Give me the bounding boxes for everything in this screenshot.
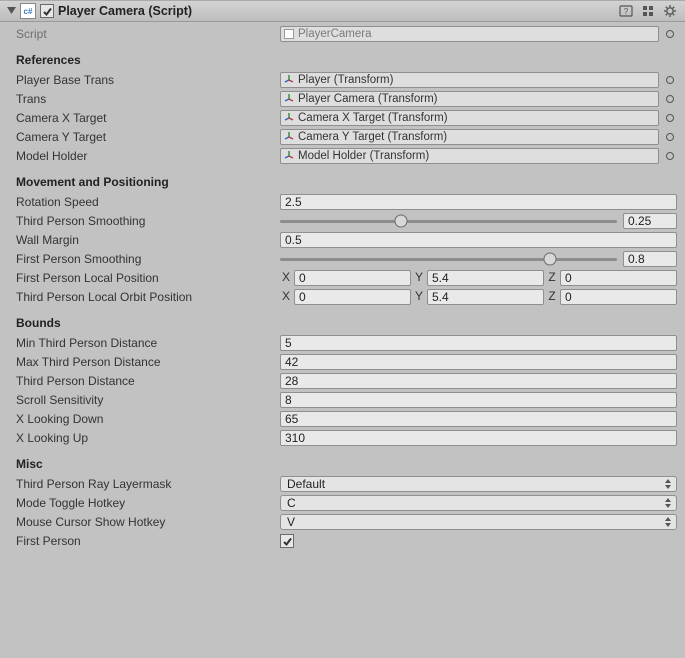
field-wall-margin[interactable]: 0.5 [280,232,677,248]
slider-third-person-smoothing[interactable] [280,213,617,229]
field-x-looking-up[interactable]: 310 [280,430,677,446]
field-first-person-smoothing[interactable]: 0.8 [623,251,677,267]
field-rotation-speed[interactable]: 2.5 [280,194,677,210]
field-trans[interactable]: Player Camera (Transform) [280,91,659,107]
label-x-looking-down: X Looking Down [8,412,280,426]
axis-x-label: X [280,289,292,305]
popup-cursor-show-hotkey[interactable]: V [280,514,677,530]
section-bounds: Bounds [8,314,677,332]
axis-y-label: Y [413,270,425,286]
context-menu-gear-icon[interactable] [661,3,679,19]
field-min-third-dist[interactable]: 5 [280,335,677,351]
preset-icon[interactable] [639,3,657,19]
field-tp-orbit-y[interactable]: 5.4 [427,289,544,305]
field-fp-pos-z[interactable]: 0 [560,270,677,286]
object-picker-icon[interactable] [663,91,677,107]
section-movement: Movement and Positioning [8,173,677,191]
field-tp-orbit-z[interactable]: 0 [560,289,677,305]
script-row: Script PlayerCamera [8,25,677,43]
object-picker-icon[interactable] [663,72,677,88]
field-third-person-smoothing[interactable]: 0.25 [623,213,677,229]
section-references: References [8,51,677,69]
field-tp-orbit-x[interactable]: 0 [294,289,411,305]
object-picker-icon[interactable] [663,110,677,126]
field-model-holder[interactable]: Model Holder (Transform) [280,148,659,164]
axis-z-label: Z [546,270,558,286]
label-x-looking-up: X Looking Up [8,431,280,445]
label-first-person-local-position: First Person Local Position [8,271,280,285]
label-min-third-dist: Min Third Person Distance [8,336,280,350]
component-header[interactable]: c# Player Camera (Script) ? [0,0,685,22]
transform-icon [284,75,294,85]
axis-y-label: Y [413,289,425,305]
component-enable-checkbox[interactable] [40,4,54,18]
label-camera-x-target: Camera X Target [8,111,280,125]
transform-icon [284,113,294,123]
label-third-person-local-orbit: Third Person Local Orbit Position [8,290,280,304]
svg-text:?: ? [624,7,629,16]
slider-first-person-smoothing[interactable] [280,251,617,267]
help-icon[interactable]: ? [617,3,635,19]
object-picker-icon[interactable] [663,129,677,145]
script-label: Script [8,27,280,41]
transform-icon [284,151,294,161]
label-rotation-speed: Rotation Speed [8,195,280,209]
label-scroll-sensitivity: Scroll Sensitivity [8,393,280,407]
label-model-holder: Model Holder [8,149,280,163]
label-layermask: Third Person Ray Layermask [8,477,280,491]
axis-z-label: Z [546,289,558,305]
label-mode-toggle-hotkey: Mode Toggle Hotkey [8,496,280,510]
popup-mode-toggle-hotkey[interactable]: C [280,495,677,511]
component-title: Player Camera (Script) [58,4,192,18]
checkbox-first-person[interactable] [280,534,294,548]
transform-icon [284,132,294,142]
field-scroll-sensitivity[interactable]: 8 [280,392,677,408]
field-camera-x-target[interactable]: Camera X Target (Transform) [280,110,659,126]
foldout-toggle[interactable] [6,6,16,16]
label-max-third-dist: Max Third Person Distance [8,355,280,369]
label-first-person-smoothing: First Person Smoothing [8,252,280,266]
object-picker-icon[interactable] [663,26,677,42]
field-camera-y-target[interactable]: Camera Y Target (Transform) [280,129,659,145]
axis-x-label: X [280,270,292,286]
field-fp-pos-x[interactable]: 0 [294,270,411,286]
field-max-third-dist[interactable]: 42 [280,354,677,370]
label-player-base-trans: Player Base Trans [8,73,280,87]
transform-icon [284,94,294,104]
label-cursor-show-hotkey: Mouse Cursor Show Hotkey [8,515,280,529]
label-trans: Trans [8,92,280,106]
csharp-script-icon: c# [20,3,36,19]
script-type-icon [284,29,294,39]
field-third-dist[interactable]: 28 [280,373,677,389]
field-fp-pos-y[interactable]: 5.4 [427,270,544,286]
component-inspector-panel: c# Player Camera (Script) ? Script Play [0,0,685,557]
label-third-dist: Third Person Distance [8,374,280,388]
script-object-field[interactable]: PlayerCamera [280,26,659,42]
field-x-looking-down[interactable]: 65 [280,411,677,427]
object-picker-icon[interactable] [663,148,677,164]
section-misc: Misc [8,455,677,473]
label-camera-y-target: Camera Y Target [8,130,280,144]
label-first-person: First Person [8,534,280,548]
popup-layermask[interactable]: Default [280,476,677,492]
label-wall-margin: Wall Margin [8,233,280,247]
label-third-person-smoothing: Third Person Smoothing [8,214,280,228]
field-player-base-trans[interactable]: Player (Transform) [280,72,659,88]
